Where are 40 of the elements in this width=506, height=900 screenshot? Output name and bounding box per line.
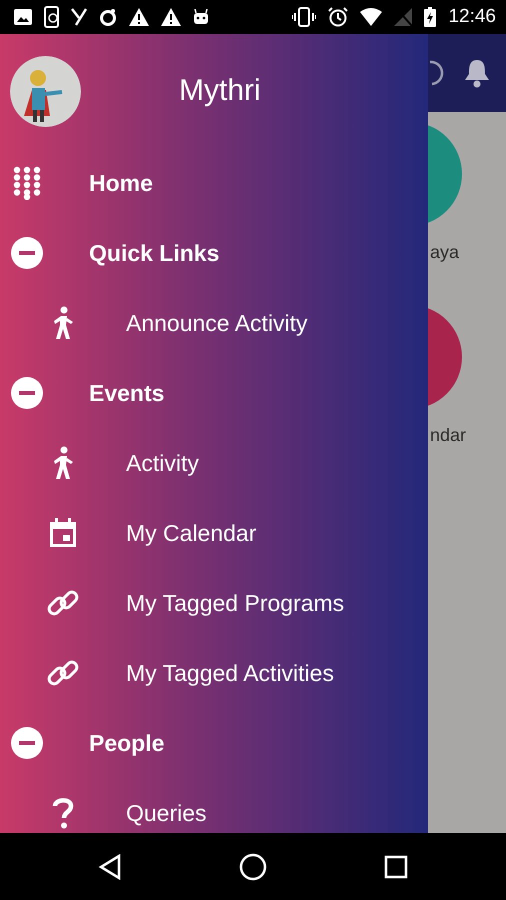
user-name: Mythri <box>179 74 261 108</box>
back-icon[interactable] <box>98 854 122 880</box>
wifi-icon <box>360 8 382 26</box>
walking-person-icon <box>51 446 75 480</box>
menu-item[interactable]: Queries <box>126 800 207 826</box>
fork-icon <box>71 8 87 26</box>
menu-item[interactable]: My Tagged Activities <box>126 660 334 686</box>
signal-icon <box>394 8 412 26</box>
tile-label: ndar <box>429 424 468 447</box>
alarm-clock-icon <box>328 7 348 27</box>
refresh-icon[interactable] <box>428 58 444 88</box>
bell-icon[interactable] <box>464 58 490 88</box>
dialpad-icon <box>13 166 41 200</box>
menu-item[interactable]: Announce Activity <box>126 310 308 336</box>
image-icon <box>14 9 32 25</box>
warning-icon <box>161 8 181 26</box>
warning-icon <box>129 8 149 26</box>
menu-item[interactable]: My Tagged Programs <box>126 590 344 616</box>
menu-item[interactable]: My Calendar <box>126 520 256 546</box>
menu-item[interactable]: Home <box>89 170 153 196</box>
status-time: 12:46 <box>448 6 496 28</box>
menu-item[interactable]: Activity <box>126 450 199 476</box>
question-mark-icon <box>52 797 74 829</box>
battery-icon <box>424 7 436 27</box>
minus-circle-icon[interactable] <box>10 236 44 270</box>
calendar-icon <box>47 517 79 549</box>
section-header[interactable]: Events <box>89 380 164 406</box>
vibrate-icon <box>292 7 316 27</box>
circle-logo-icon <box>99 8 117 26</box>
section-header[interactable]: Quick Links <box>89 240 220 266</box>
section-header[interactable]: People <box>89 730 164 756</box>
walking-person-icon <box>51 306 75 340</box>
minus-circle-icon[interactable] <box>10 726 44 760</box>
minus-circle-icon[interactable] <box>10 376 44 410</box>
phone-icon <box>44 6 59 28</box>
robot-icon <box>193 9 209 25</box>
tile-label: aya <box>429 241 460 264</box>
home-icon[interactable] <box>238 852 267 880</box>
recents-icon[interactable] <box>384 854 408 878</box>
avatar <box>10 56 81 126</box>
